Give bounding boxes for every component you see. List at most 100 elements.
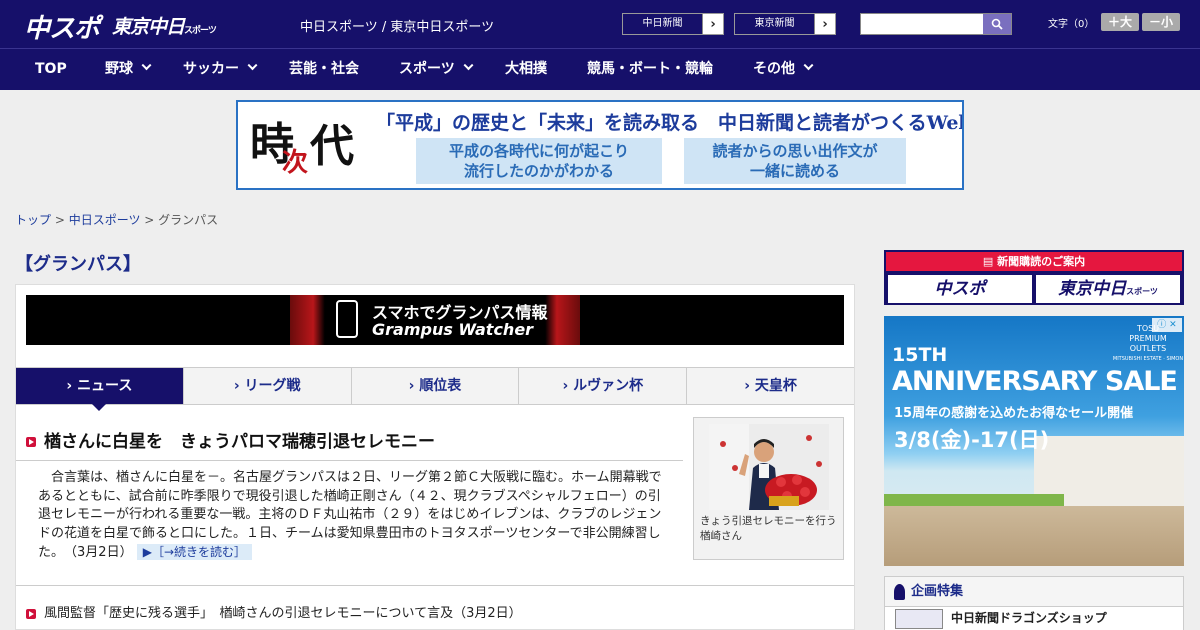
tab-standings[interactable]: › 順位表 — [352, 368, 520, 404]
outlet-sale-ad[interactable]: ⓘ ✕ TOSU PREMIUM OUTLETS MITSUBISHI ESTA… — [884, 316, 1184, 566]
main-content: 【グランパス】 スマホでグランパス情報 Grampus Watcher › ニュ… — [15, 240, 855, 630]
article-divider — [16, 460, 683, 461]
grampus-watcher-banner[interactable]: スマホでグランパス情報 Grampus Watcher — [26, 295, 844, 345]
tokyo-chunichi-logo[interactable]: 東京中日スポーツ — [112, 12, 217, 39]
nav-other[interactable]: その他 — [753, 49, 814, 91]
article-photo[interactable]: きょう引退セレモニーを行う楢崎さん — [693, 417, 844, 560]
feature-section: 企画特集 中日新聞ドラゴンズショップ — [884, 576, 1184, 630]
breadcrumb-current: グランパス — [158, 213, 219, 227]
banner-box-text: 一緒に読める — [749, 162, 840, 180]
font-larger-button[interactable]: ＋大 — [1101, 13, 1139, 31]
subscription-box: ▤ 新聞購読のご案内 中スポ 東京中日スポーツ — [884, 250, 1184, 305]
read-more-link[interactable]: ▶［→続きを読む］ — [136, 544, 253, 560]
photo-caption: きょう引退セレモニーを行う楢崎さん — [700, 515, 837, 542]
article-title-text: 楢さんに白星を きょうパロマ瑞穂引退セレモニー — [44, 432, 435, 452]
breadcrumb-chunichi-sports[interactable]: 中日スポーツ — [69, 213, 141, 227]
nav-sumo[interactable]: 大相撲 — [505, 49, 547, 91]
banner-box-text: 流行したのかがわかる — [463, 162, 614, 180]
search-box — [860, 13, 1012, 35]
tab-league[interactable]: › リーグ戦 — [184, 368, 352, 404]
news-panel: スマホでグランパス情報 Grampus Watcher › ニュース › リーグ… — [15, 284, 855, 630]
main-nav: TOP 野球 サッカー 芸能・社会 スポーツ 大相撲 競馬・ボート・競輪 その他 — [0, 48, 1200, 90]
feature-item[interactable]: 中日新聞ドラゴンズショップ — [895, 609, 1107, 629]
banner-box-text: 平成の各時代に何が起こり — [448, 142, 629, 160]
nav-entertainment[interactable]: 芸能・社会 — [289, 49, 359, 91]
chuspo-logo[interactable]: 中スポ — [24, 8, 100, 45]
grampus-watcher-inner: スマホでグランパス情報 Grampus Watcher — [290, 295, 580, 345]
search-input[interactable] — [861, 14, 983, 34]
chevron-right-icon: › — [408, 378, 415, 394]
feature-header: 企画特集 — [885, 577, 1183, 607]
nav-label: TOP — [35, 61, 67, 77]
subscribe-tokyo-sub: スポーツ — [1126, 287, 1158, 296]
nav-label: 芸能・社会 — [289, 61, 359, 77]
chevron-right-icon: › — [822, 16, 828, 32]
subscription-header: ▤ 新聞購読のご案内 — [886, 252, 1182, 271]
feature-thumbnail — [895, 609, 943, 629]
chevron-right-icon: › — [233, 378, 240, 394]
top-header: 中スポ 東京中日スポーツ 中日スポーツ / 東京中日スポーツ 中日新聞 › 東京… — [0, 0, 1200, 48]
breadcrumb: トップ > 中日スポーツ > グランパス — [15, 211, 218, 228]
subscribe-tokyo-label: 東京中日 — [1058, 279, 1127, 299]
site-title[interactable]: 中日スポーツ / 東京中日スポーツ — [300, 16, 494, 35]
nav-racing[interactable]: 競馬・ボート・競輪 — [587, 49, 713, 91]
news-item-title: 風間監督「歴史に残る選手」 楢崎さんの引退セレモニーについて言及 — [44, 606, 454, 621]
news-item-date: （3月2日） — [453, 606, 522, 621]
tab-label: ニュース — [77, 378, 133, 394]
jidai-banner-ad[interactable]: 時 次 代 「平成」の歴史と「未来」を読み取る 中日新聞と読者がつくるWebサイ… — [236, 100, 964, 190]
breadcrumb-top[interactable]: トップ — [15, 213, 51, 227]
newspaper-icon: ▤ — [982, 255, 998, 268]
nav-label: スポーツ — [399, 61, 455, 77]
breadcrumb-separator: > — [140, 213, 159, 227]
article-title[interactable]: 楢さんに白星を きょうパロマ瑞穂引退セレモニー — [26, 427, 435, 452]
tab-news[interactable]: › ニュース — [16, 368, 184, 411]
nav-sports[interactable]: スポーツ — [399, 49, 474, 91]
chevron-right-icon: › — [744, 378, 751, 394]
chevron-right-icon: › — [562, 378, 569, 394]
news-list-item[interactable]: 風間監督「歴史に残る選手」 楢崎さんの引退セレモニーについて言及（3月2日） — [26, 602, 522, 621]
nav-label: 大相撲 — [505, 61, 547, 77]
jidai-kanji-dai: 代 — [310, 121, 354, 172]
subscription-title: 新聞購読のご案内 — [997, 255, 1086, 268]
tab-label: 順位表 — [419, 378, 462, 394]
ad-headline: ANNIVERSARY SALE — [892, 366, 1178, 397]
font-smaller-button[interactable]: －小 — [1142, 13, 1180, 31]
tab-levain-cup[interactable]: › ルヴァン杯 — [519, 368, 688, 404]
smartphone-icon — [336, 300, 358, 338]
search-icon — [991, 18, 1003, 30]
tab-label: ルヴァン杯 — [573, 378, 644, 394]
chevron-down-icon — [141, 60, 152, 71]
nav-label: 競馬・ボート・競輪 — [587, 61, 713, 77]
chevron-right-icon: › — [710, 16, 716, 32]
banner-box-readers: 読者からの思い出作文が 一緒に読める — [684, 138, 906, 184]
subscribe-tokyo-chunichi-button[interactable]: 東京中日スポーツ — [1036, 275, 1180, 303]
banner-box-text: 読者からの思い出作文が — [712, 142, 878, 160]
ad-walkway — [884, 506, 1184, 566]
tab-label: 天皇杯 — [754, 378, 797, 394]
nav-top[interactable]: TOP — [35, 49, 67, 91]
search-button[interactable] — [983, 14, 1011, 34]
bullet-arrow-icon — [26, 608, 36, 619]
ad-headline-small: 15TH — [892, 344, 948, 366]
tokyo-shimbun-link[interactable]: 東京新聞 › — [734, 13, 836, 35]
ad-brand: TOSU PREMIUM OUTLETS MITSUBISHI ESTATE ·… — [1112, 324, 1184, 364]
ad-subline: 15周年の感謝を込めたお得なセール開催 — [894, 406, 1134, 421]
team-tabs: › ニュース › リーグ戦 › 順位表 › ルヴァン杯 › 天皇杯 — [16, 367, 854, 411]
jidai-logo: 時 次 代 — [250, 108, 370, 186]
ad-brand-line: PREMIUM OUTLETS — [1129, 334, 1167, 353]
chunichi-shimbun-link[interactable]: 中日新聞 › — [622, 13, 724, 35]
breadcrumb-separator: > — [51, 213, 69, 227]
subscribe-chuspo-button[interactable]: 中スポ — [888, 275, 1032, 303]
nav-label: サッカー — [183, 61, 239, 77]
nav-baseball[interactable]: 野球 — [105, 49, 152, 91]
font-size-label: 文字（0） — [1048, 19, 1095, 30]
article-date: （3月2日） — [70, 545, 133, 560]
chevron-down-icon — [803, 60, 814, 71]
article-photo-image — [709, 424, 829, 510]
ad-dates: 3/8(金)-17(日) — [894, 428, 1050, 452]
tab-emperors-cup[interactable]: › 天皇杯 — [687, 368, 854, 404]
news-divider — [16, 585, 854, 586]
ad-brand-line: TOSU — [1136, 324, 1160, 333]
chevron-right-icon: › — [66, 378, 73, 394]
nav-soccer[interactable]: サッカー — [183, 49, 258, 91]
